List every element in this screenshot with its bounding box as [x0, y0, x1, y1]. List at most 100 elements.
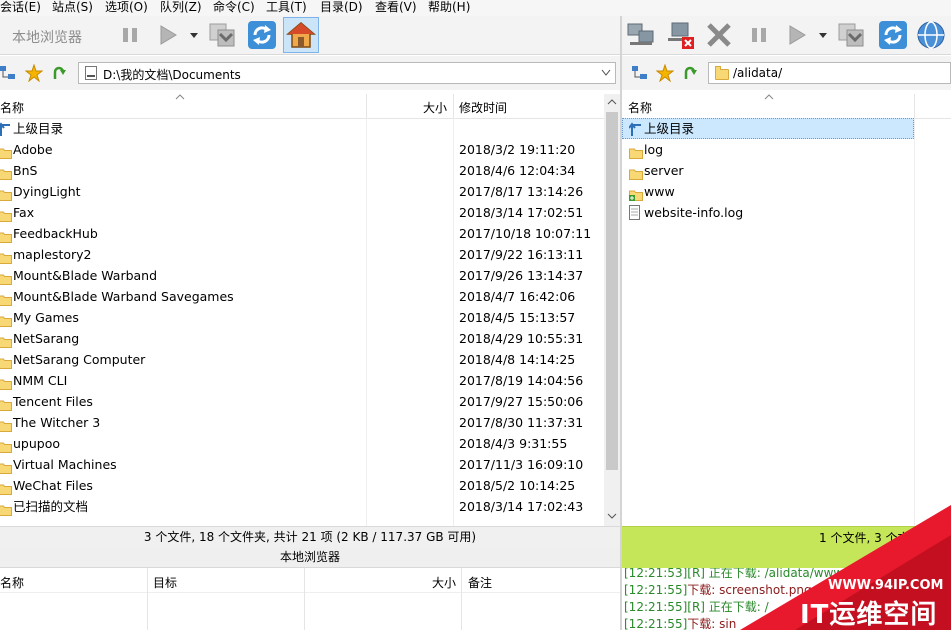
file-name: FeedbackHub [13, 226, 98, 241]
file-row[interactable]: upupoo 2018/4/3 9:31:55 [0, 433, 604, 454]
right-transfer-button[interactable] [835, 19, 867, 51]
file-row[interactable]: FeedbackHub 2017/10/18 10:07:11 [0, 223, 604, 244]
file-row[interactable]: NetSarang Computer 2018/4/8 14:14:25 [0, 349, 604, 370]
file-row[interactable]: server [622, 160, 914, 181]
left-scrollbar[interactable] [604, 94, 620, 526]
file-row[interactable]: Adobe 2018/3/2 19:11:20 [0, 139, 604, 160]
right-path-input[interactable]: /alidata/ [708, 62, 951, 84]
file-name: upupoo [13, 436, 61, 451]
left-toolbar: 本地浏览器 [0, 16, 620, 55]
left-path-text: D:\我的文档\Documents [103, 68, 241, 82]
col-name[interactable]: 名称 [628, 99, 652, 116]
file-name: website-info.log [644, 205, 744, 220]
file-name: server [644, 163, 684, 178]
file-row[interactable]: www [622, 181, 914, 202]
menu-session[interactable]: 会话(E) [0, 0, 41, 16]
play-dropdown[interactable] [184, 19, 204, 51]
file-modified: 2018/4/7 16:42:06 [459, 289, 576, 304]
file-name: 已扫描的文档 [13, 499, 89, 514]
file-row[interactable]: 上级目录 [622, 118, 914, 139]
file-modified: 2017/8/19 14:04:56 [459, 373, 584, 388]
queue-col-note[interactable]: 备注 [468, 574, 492, 591]
file-row[interactable]: BnS 2018/4/6 12:04:34 [0, 160, 604, 181]
menu-view[interactable]: 查看(V) [375, 0, 417, 16]
file-row[interactable]: The Witcher 3 2017/8/30 11:37:31 [0, 412, 604, 433]
queue-col-target[interactable]: 目标 [153, 574, 177, 591]
disconnect-button[interactable] [665, 19, 697, 51]
folder-icon [0, 480, 12, 495]
file-row[interactable]: NetSarang 2018/4/29 10:55:31 [0, 328, 604, 349]
menu-directory[interactable]: 目录(D) [320, 0, 363, 16]
favorites-star-icon[interactable] [24, 63, 44, 83]
chevron-down-icon [190, 33, 198, 38]
file-name: 上级目录 [13, 121, 64, 136]
file-row[interactable]: Tencent Files 2017/9/27 15:50:06 [0, 391, 604, 412]
file-name: Adobe [13, 142, 53, 157]
transfer-button[interactable] [206, 19, 238, 51]
home-button[interactable] [283, 17, 319, 53]
up-arrow-icon [628, 121, 641, 136]
folder-icon [0, 501, 12, 516]
file-row[interactable]: Fax 2018/3/14 17:02:51 [0, 202, 604, 223]
file-row[interactable]: My Games 2018/4/5 15:13:57 [0, 307, 604, 328]
right-path-text: /alidata/ [733, 66, 783, 80]
menu-command[interactable]: 命令(C) [213, 0, 255, 16]
file-row[interactable]: maplestory2 2017/9/22 16:13:11 [0, 244, 604, 265]
file-name: NMM CLI [13, 373, 68, 388]
file-modified: 2017/9/22 16:13:11 [459, 247, 584, 262]
go-up-icon[interactable] [51, 65, 67, 81]
file-name: Virtual Machines [13, 457, 117, 472]
file-row[interactable]: log [622, 139, 914, 160]
file-row[interactable]: NMM CLI 2017/8/19 14:04:56 [0, 370, 604, 391]
refresh-button[interactable] [246, 19, 278, 51]
go-up-icon[interactable] [682, 65, 698, 81]
file-row[interactable]: WeChat Files 2018/5/2 10:14:25 [0, 475, 604, 496]
folder-icon [629, 165, 643, 180]
menu-help[interactable]: 帮助(H) [428, 0, 470, 16]
right-pause-button[interactable] [743, 19, 775, 51]
col-size[interactable]: 大小 [423, 99, 447, 116]
drive-icon [85, 66, 97, 80]
left-scroll-thumb[interactable] [606, 112, 618, 470]
pause-button[interactable] [114, 19, 146, 51]
sort-ascending-icon [764, 94, 774, 100]
folder-icon [0, 144, 12, 159]
menu-queue[interactable]: 队列(Z) [160, 0, 202, 16]
file-row[interactable]: website-info.log [622, 202, 914, 223]
connect-button[interactable] [625, 19, 657, 51]
queue-col-size[interactable]: 大小 [432, 574, 456, 591]
file-row[interactable]: 上级目录 [0, 118, 604, 139]
queue-col-name[interactable]: 名称 [0, 574, 24, 591]
col-name[interactable]: 名称 [0, 99, 24, 116]
tree-view-icon[interactable] [0, 65, 16, 81]
queue-header: 名称 目标 大小 备注 [0, 568, 620, 630]
menu-tools[interactable]: 工具(T) [266, 0, 307, 16]
play-button[interactable] [152, 19, 184, 51]
tree-view-icon[interactable] [632, 65, 648, 81]
right-play-dropdown[interactable] [813, 19, 833, 51]
favorites-star-icon[interactable] [655, 63, 675, 83]
file-row[interactable]: Mount&Blade Warband 2017/9/26 13:14:37 [0, 265, 604, 286]
transfer-queue: 名称 目标 大小 备注 [0, 568, 620, 630]
globe-button[interactable] [915, 19, 947, 51]
abort-button[interactable] [703, 19, 735, 51]
file-name: Mount&Blade Warband [13, 268, 158, 283]
file-row[interactable]: DyingLight 2017/8/17 13:14:26 [0, 181, 604, 202]
file-name: log [644, 142, 664, 157]
file-row[interactable]: Mount&Blade Warband Savegames 2018/4/7 16… [0, 286, 604, 307]
col-modified[interactable]: 修改时间 [459, 99, 507, 116]
menu-options[interactable]: 选项(O) [105, 0, 148, 16]
file-row[interactable]: 已扫描的文档 2018/3/14 17:02:43 [0, 496, 604, 517]
left-path-input[interactable]: D:\我的文档\Documents [78, 62, 616, 84]
folder-icon [0, 354, 12, 369]
log-time: [12:21:55] [624, 600, 688, 614]
file-modified: 2017/8/30 11:37:31 [459, 415, 584, 430]
file-row[interactable]: Virtual Machines 2017/11/3 16:09:10 [0, 454, 604, 475]
folder-icon [0, 375, 12, 390]
right-refresh-button[interactable] [877, 19, 909, 51]
local-browser-button[interactable]: 本地浏览器 [12, 27, 82, 47]
menu-site[interactable]: 站点(S) [52, 0, 93, 16]
file-name: My Games [13, 310, 79, 325]
close-icon [707, 23, 731, 47]
right-play-button[interactable] [781, 19, 813, 51]
